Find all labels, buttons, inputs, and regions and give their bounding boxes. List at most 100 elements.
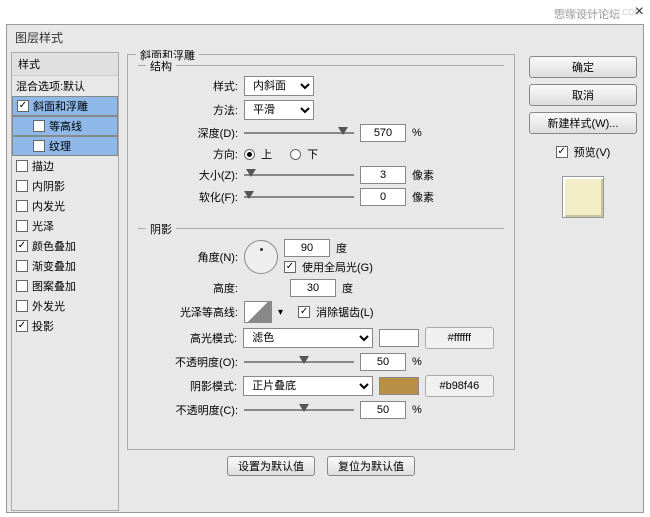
right-panel: 确定 取消 新建样式(W)... 预览(V) — [523, 50, 643, 513]
sidebar-item-8[interactable]: 渐变叠加 — [12, 256, 118, 276]
preview-label: 预览(V) — [574, 144, 611, 160]
effect-checkbox[interactable] — [16, 220, 28, 232]
depth-label: 深度(D): — [148, 125, 238, 141]
effect-checkbox[interactable] — [16, 280, 28, 292]
antialias-checkbox[interactable] — [298, 306, 310, 318]
new-style-button[interactable]: 新建样式(W)... — [529, 112, 637, 134]
effect-checkbox[interactable] — [17, 100, 29, 112]
effect-label: 渐变叠加 — [32, 258, 76, 274]
reset-default-button[interactable]: 复位为默认值 — [327, 456, 415, 476]
direction-label: 方向: — [148, 146, 238, 162]
sidebar-item-7[interactable]: 颜色叠加 — [12, 236, 118, 256]
global-light-checkbox[interactable] — [284, 261, 296, 273]
angle-dial[interactable] — [244, 240, 278, 274]
shadow-mode-label: 阴影模式: — [148, 378, 237, 394]
technique-select[interactable]: 平滑 — [244, 100, 314, 120]
preview-swatch — [562, 176, 604, 218]
effect-checkbox[interactable] — [16, 300, 28, 312]
down-label: 下 — [307, 146, 318, 162]
sidebar-item-0[interactable]: 斜面和浮雕 — [12, 96, 118, 116]
unit-deg2: 度 — [342, 280, 353, 296]
preview-checkbox[interactable] — [556, 146, 568, 158]
antialias-label: 消除锯齿(L) — [316, 304, 373, 320]
unit-pct3: % — [412, 404, 422, 416]
highlight-color[interactable] — [379, 329, 419, 347]
shadow-opacity-slider[interactable] — [244, 403, 354, 417]
technique-label: 方法: — [148, 102, 238, 118]
highlight-mode-label: 高光模式: — [148, 330, 237, 346]
close-icon[interactable]: × — [635, 3, 644, 21]
blend-options[interactable]: 混合选项:默认 — [12, 76, 118, 96]
sidebar-item-9[interactable]: 图案叠加 — [12, 276, 118, 296]
soften-slider[interactable] — [244, 190, 354, 204]
make-default-button[interactable]: 设置为默认值 — [227, 456, 315, 476]
effect-checkbox[interactable] — [16, 240, 28, 252]
effect-checkbox[interactable] — [16, 200, 28, 212]
sidebar-item-5[interactable]: 内发光 — [12, 196, 118, 216]
unit-deg: 度 — [336, 240, 347, 256]
angle-input[interactable] — [284, 239, 330, 257]
gloss-contour-label: 光泽等高线: — [148, 304, 238, 320]
angle-label: 角度(N): — [148, 249, 238, 265]
unit-pct2: % — [412, 356, 422, 368]
effect-label: 光泽 — [32, 218, 54, 234]
shadow-mode-select[interactable]: 正片叠底 — [243, 376, 373, 396]
dir-up-radio[interactable] — [244, 149, 255, 160]
ok-button[interactable]: 确定 — [529, 56, 637, 78]
sidebar-item-3[interactable]: 描边 — [12, 156, 118, 176]
effect-checkbox[interactable] — [16, 180, 28, 192]
unit-px2: 像素 — [412, 189, 434, 205]
bevel-group: 斜面和浮雕 结构 样式:内斜面 方法:平滑 深度(D):% 方向:上 下 大小(… — [127, 54, 515, 450]
style-select[interactable]: 内斜面 — [244, 76, 314, 96]
layer-style-dialog: 图层样式 样式 混合选项:默认 斜面和浮雕等高线纹理描边内阴影内发光光泽颜色叠加… — [6, 24, 644, 513]
shadow-opacity-input[interactable] — [360, 401, 406, 419]
highlight-opacity-input[interactable] — [360, 353, 406, 371]
shading-title: 阴影 — [146, 221, 176, 237]
highlight-opacity-label: 不透明度(O): — [148, 354, 238, 370]
effect-label: 等高线 — [49, 118, 82, 134]
style-label: 样式: — [148, 78, 238, 94]
dir-down-radio[interactable] — [290, 149, 301, 160]
sidebar-item-2[interactable]: 纹理 — [12, 136, 118, 156]
effect-label: 外发光 — [32, 298, 65, 314]
sidebar-item-1[interactable]: 等高线 — [12, 116, 118, 136]
effect-checkbox[interactable] — [16, 320, 28, 332]
highlight-hex: #ffffff — [425, 327, 494, 349]
depth-slider[interactable] — [244, 126, 354, 140]
shadow-opacity-label: 不透明度(C): — [148, 402, 238, 418]
unit-px: 像素 — [412, 167, 434, 183]
gloss-contour-picker[interactable] — [244, 301, 272, 323]
cancel-button[interactable]: 取消 — [529, 84, 637, 106]
soften-input[interactable] — [360, 188, 406, 206]
shadow-hex: #b98f46 — [425, 375, 494, 397]
sidebar-item-4[interactable]: 内阴影 — [12, 176, 118, 196]
watermark-url: WWW.MISSYUAN.COM — [554, 8, 641, 17]
size-slider[interactable] — [244, 168, 354, 182]
effect-label: 内发光 — [32, 198, 65, 214]
altitude-input[interactable] — [290, 279, 336, 297]
sidebar-item-6[interactable]: 光泽 — [12, 216, 118, 236]
structure-title: 结构 — [146, 58, 176, 74]
effect-checkbox[interactable] — [33, 120, 45, 132]
styles-sidebar: 样式 混合选项:默认 斜面和浮雕等高线纹理描边内阴影内发光光泽颜色叠加渐变叠加图… — [11, 52, 119, 511]
chevron-down-icon[interactable]: ▾ — [278, 307, 283, 318]
effect-checkbox[interactable] — [33, 140, 45, 152]
sidebar-header: 样式 — [12, 53, 118, 76]
effect-label: 描边 — [32, 158, 54, 174]
main-panel: 斜面和浮雕 结构 样式:内斜面 方法:平滑 深度(D):% 方向:上 下 大小(… — [119, 50, 523, 513]
unit-pct: % — [412, 127, 422, 139]
effect-label: 图案叠加 — [32, 278, 76, 294]
size-input[interactable] — [360, 166, 406, 184]
shadow-color[interactable] — [379, 377, 419, 395]
sidebar-item-10[interactable]: 外发光 — [12, 296, 118, 316]
effect-checkbox[interactable] — [16, 160, 28, 172]
altitude-label: 高度: — [148, 280, 238, 296]
size-label: 大小(Z): — [148, 167, 238, 183]
depth-input[interactable] — [360, 124, 406, 142]
effect-checkbox[interactable] — [16, 260, 28, 272]
global-light-label: 使用全局光(G) — [302, 259, 373, 275]
highlight-mode-select[interactable]: 滤色 — [243, 328, 373, 348]
sidebar-item-11[interactable]: 投影 — [12, 316, 118, 336]
effect-label: 纹理 — [49, 138, 71, 154]
highlight-opacity-slider[interactable] — [244, 355, 354, 369]
